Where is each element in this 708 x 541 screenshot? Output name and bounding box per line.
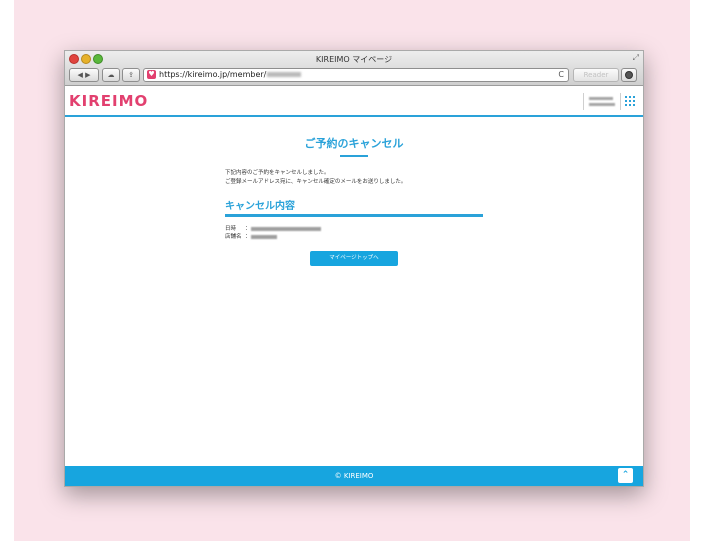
message-line: 下記内容のご予約をキャンセルしました。 — [225, 170, 330, 176]
url-redacted — [267, 72, 302, 77]
reader-button[interactable]: Reader — [573, 68, 619, 82]
downloads-button[interactable] — [621, 68, 637, 82]
detail-label: 店舗名 — [225, 234, 242, 240]
message-line: ご登録メールアドレス宛に、キャンセル確定のメールをお送りしました。 — [225, 178, 407, 185]
member-number-redacted — [589, 97, 613, 100]
site-footer: © KIREIMO ⌃ — [65, 466, 643, 486]
member-info — [583, 93, 621, 110]
page-title: ご予約のキャンセル — [304, 137, 404, 150]
favicon-heart-icon: ♥ — [147, 70, 156, 79]
menu-grid-icon[interactable] — [625, 96, 635, 106]
chevron-up-icon: ⌃ — [621, 470, 630, 480]
section-divider — [225, 214, 483, 217]
site-header: KIREIMO — [65, 86, 643, 117]
mypage-top-button[interactable]: マイページトップへ — [310, 251, 398, 266]
icloud-tabs-button[interactable]: ☁ — [102, 68, 120, 82]
store-redacted — [251, 234, 277, 239]
url-text: https://kireimo.jp/member/ — [159, 69, 302, 81]
datetime-redacted — [251, 226, 321, 231]
cloud-icon: ☁ — [107, 71, 115, 79]
share-button[interactable]: ⇪ — [122, 68, 140, 82]
title-underline — [340, 155, 368, 157]
browser-window: KIREIMO マイページ ⤢ ◀ ▶ ☁ ⇪ ♥ https://kireim… — [64, 50, 644, 487]
copyright-text: © KIREIMO — [334, 472, 374, 480]
back-forward-buttons[interactable]: ◀ ▶ — [69, 68, 99, 82]
member-name-redacted — [589, 103, 615, 106]
fullscreen-icon[interactable]: ⤢ — [633, 53, 639, 63]
detail-row-datetime: 日時： — [225, 225, 321, 233]
back-to-top-button[interactable]: ⌃ — [618, 468, 633, 483]
forward-icon[interactable]: ▶ — [85, 71, 90, 79]
address-bar[interactable]: ♥ https://kireimo.jp/member/ C — [143, 68, 569, 82]
share-icon: ⇪ — [128, 71, 134, 79]
back-icon[interactable]: ◀ — [77, 71, 82, 79]
detail-label: 日時 — [225, 226, 237, 232]
reload-icon[interactable]: C — [558, 69, 564, 81]
kireimo-logo[interactable]: KIREIMO — [69, 92, 148, 110]
detail-row-store: 店舗名： — [225, 233, 277, 241]
section-title: キャンセル内容 — [225, 201, 295, 212]
cancel-message: 下記内容のご予約をキャンセルしました。 ご登録メールアドレス宛に、キャンセル確定… — [225, 169, 406, 186]
browser-toolbar: KIREIMO マイページ ⤢ ◀ ▶ ☁ ⇪ ♥ https://kireim… — [65, 51, 643, 86]
window-title: KIREIMO マイページ — [315, 55, 393, 64]
